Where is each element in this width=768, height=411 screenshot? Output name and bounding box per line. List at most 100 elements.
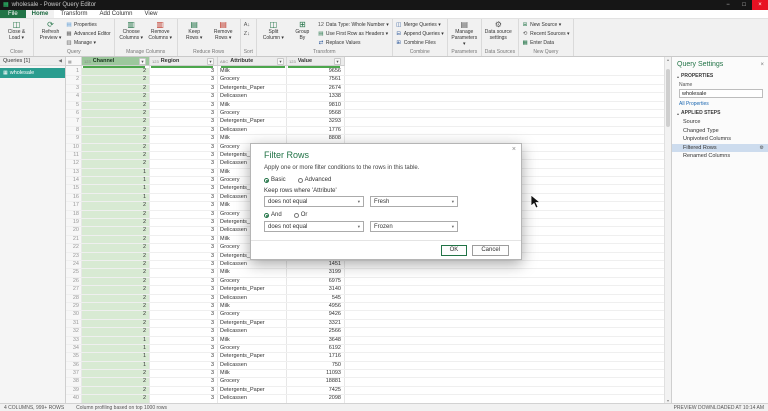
remove-columns-button[interactable]: ▥Remove Columns ▾ [147, 20, 174, 42]
cell-channel[interactable]: 2 [82, 387, 150, 394]
cell-value[interactable]: 545 [287, 295, 345, 302]
row-number[interactable]: 17 [66, 202, 82, 209]
cell-channel[interactable]: 2 [82, 127, 150, 134]
cell-attribute[interactable]: Delicassen [218, 127, 287, 134]
cell-region[interactable]: 3 [150, 68, 218, 75]
cell-region[interactable]: 3 [150, 211, 218, 218]
applied-step-source[interactable]: Source [672, 118, 768, 127]
row-number[interactable]: 21 [66, 236, 82, 243]
cell-region[interactable]: 3 [150, 202, 218, 209]
cell-channel[interactable]: 2 [82, 261, 150, 268]
cell-value[interactable]: 9656 [287, 68, 345, 75]
cell-channel[interactable]: 1 [82, 337, 150, 344]
tab-file[interactable]: File [0, 10, 26, 18]
cell-channel[interactable]: 2 [82, 303, 150, 310]
value-dropdown-2[interactable]: Frozen ▾ [370, 221, 458, 232]
row-number[interactable]: 39 [66, 387, 82, 394]
cell-region[interactable]: 3 [150, 185, 218, 192]
close-and-load-button[interactable]: ◫Close & Load ▾ [3, 20, 30, 42]
cell-attribute[interactable]: Milk [218, 303, 287, 310]
cell-attribute[interactable]: Grocery [218, 110, 287, 117]
row-number[interactable]: 8 [66, 127, 82, 134]
cell-region[interactable]: 3 [150, 269, 218, 276]
manage-button[interactable]: ▥Manage ▾ [66, 39, 111, 47]
row-number[interactable]: 34 [66, 345, 82, 352]
column-header-channel[interactable]: 123Channel▾ [82, 57, 150, 66]
row-number[interactable]: 23 [66, 253, 82, 260]
cell-region[interactable]: 3 [150, 127, 218, 134]
cell-value[interactable]: 6975 [287, 278, 345, 285]
cell-value[interactable]: 2566 [287, 328, 345, 335]
vertical-scrollbar[interactable]: ▴ ▾ [664, 57, 671, 403]
filter-dropdown-icon[interactable]: ▾ [139, 58, 146, 65]
cell-attribute[interactable]: Detergents_Paper [218, 353, 287, 360]
use-first-row-as-headers-button[interactable]: ▤Use First Row as Headers ▾ [318, 30, 389, 38]
table-menu-button[interactable]: ▦ [66, 57, 82, 66]
cell-attribute[interactable]: Milk [218, 269, 287, 276]
cell-attribute[interactable]: Detergents_Paper [218, 286, 287, 293]
cell-channel[interactable]: 2 [82, 253, 150, 260]
manage-parameters-button[interactable]: ▤Manage Parameters ▾ [451, 20, 478, 47]
cell-value[interactable]: 9426 [287, 311, 345, 318]
cell-region[interactable]: 3 [150, 362, 218, 369]
cell-region[interactable]: 3 [150, 102, 218, 109]
cell-region[interactable]: 3 [150, 387, 218, 394]
cell-attribute[interactable]: Delicassen [218, 93, 287, 100]
data-source-settings-button[interactable]: ⚙Data source settings [485, 20, 512, 42]
close-window-button[interactable]: × [752, 0, 768, 10]
cell-value[interactable]: 3648 [287, 337, 345, 344]
filter-dropdown-icon[interactable]: ▾ [277, 58, 284, 65]
cell-attribute[interactable]: Milk [218, 337, 287, 344]
replace-values-button[interactable]: ⇄Replace Values [318, 39, 389, 47]
cell-region[interactable]: 3 [150, 110, 218, 117]
cell-region[interactable]: 3 [150, 135, 218, 142]
tab-add-column[interactable]: Add Column [93, 10, 138, 18]
cell-value[interactable]: 750 [287, 362, 345, 369]
cell-channel[interactable]: 2 [82, 68, 150, 75]
cell-region[interactable]: 3 [150, 219, 218, 226]
cell-channel[interactable]: 2 [82, 395, 150, 402]
cell-attribute[interactable]: Delicassen [218, 295, 287, 302]
cell-attribute[interactable]: Detergents_Paper [218, 118, 287, 125]
row-number[interactable]: 24 [66, 261, 82, 268]
advanced-radio[interactable]: Advanced [298, 177, 332, 183]
cell-value[interactable]: 2674 [287, 85, 345, 92]
cell-region[interactable]: 3 [150, 118, 218, 125]
maximize-button[interactable]: □ [736, 0, 752, 10]
cell-channel[interactable]: 2 [82, 227, 150, 234]
filter-dropdown-icon[interactable]: ▾ [334, 58, 341, 65]
cell-channel[interactable]: 2 [82, 370, 150, 377]
advanced-editor-button[interactable]: ▦Advanced Editor [66, 30, 111, 38]
tab-home[interactable]: Home [26, 10, 55, 18]
row-number[interactable]: 33 [66, 337, 82, 344]
row-number[interactable]: 13 [66, 169, 82, 176]
cell-region[interactable]: 3 [150, 337, 218, 344]
row-number[interactable]: 32 [66, 328, 82, 335]
cell-channel[interactable]: 2 [82, 311, 150, 318]
cell-region[interactable]: 3 [150, 320, 218, 327]
cell-channel[interactable]: 2 [82, 144, 150, 151]
cell-value[interactable]: 9810 [287, 102, 345, 109]
cell-channel[interactable]: 1 [82, 177, 150, 184]
sort-ascending-button[interactable]: A↓ [244, 21, 250, 29]
cell-region[interactable]: 3 [150, 177, 218, 184]
applied-step-renamed-columns[interactable]: Renamed Columns [672, 152, 768, 161]
tab-view[interactable]: View [139, 10, 164, 18]
scroll-up-icon[interactable]: ▴ [667, 57, 669, 62]
profiling-status[interactable]: Column profiling based on top 1000 rows [76, 405, 167, 411]
row-number[interactable]: 28 [66, 295, 82, 302]
cell-region[interactable]: 3 [150, 286, 218, 293]
properties-section-header[interactable]: ▴ PROPERTIES [672, 70, 768, 80]
cell-channel[interactable]: 1 [82, 362, 150, 369]
cancel-button[interactable]: Cancel [472, 245, 509, 256]
row-number[interactable]: 29 [66, 303, 82, 310]
row-number[interactable]: 22 [66, 244, 82, 251]
gear-icon[interactable]: ⚙ [760, 145, 764, 151]
cell-region[interactable]: 3 [150, 303, 218, 310]
cell-value[interactable]: 1451 [287, 261, 345, 268]
cell-value[interactable]: 11093 [287, 370, 345, 377]
cell-channel[interactable]: 2 [82, 236, 150, 243]
applied-step-changed-type[interactable]: Changed Type [672, 127, 768, 136]
cell-channel[interactable]: 2 [82, 269, 150, 276]
row-number[interactable]: 20 [66, 227, 82, 234]
